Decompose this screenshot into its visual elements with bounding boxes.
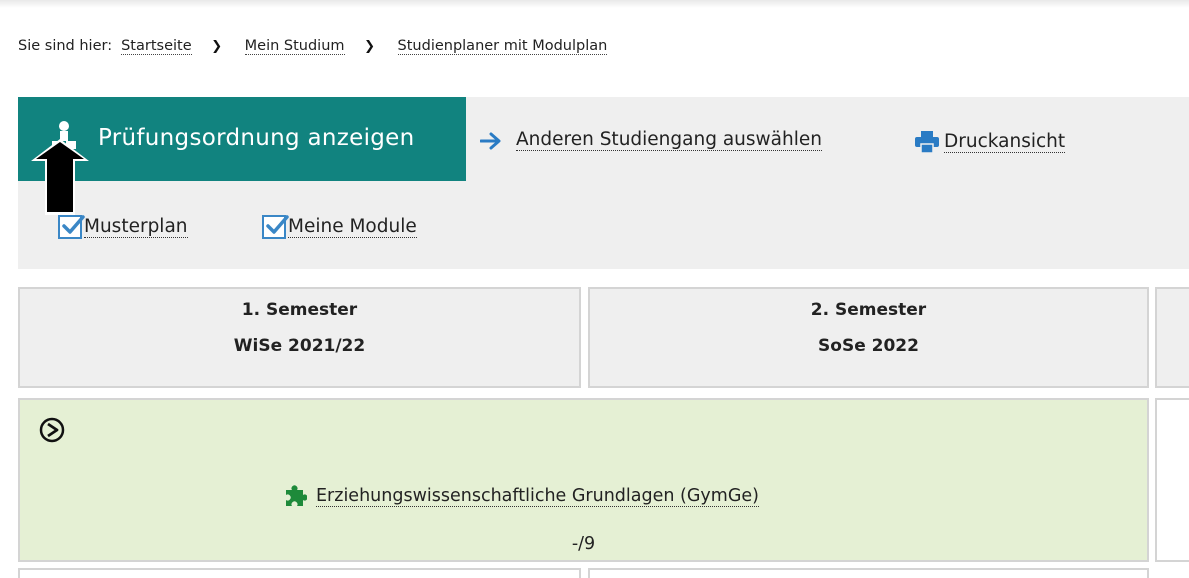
puzzle-piece-icon (283, 484, 307, 508)
switch-program-link[interactable]: Anderen Studiengang auswählen (480, 130, 822, 151)
module-card: Erziehungswissenschaftliche Grundlagen (… (18, 398, 1149, 562)
breadcrumb-studienplaner[interactable]: Studienplaner mit Modulplan (397, 38, 608, 55)
semester-title: 2. Semester (810, 300, 927, 320)
semester-title: 1. Semester (241, 300, 358, 320)
semester-term: SoSe 2022 (818, 336, 919, 356)
breadcrumb-startseite[interactable]: Startseite (121, 38, 192, 55)
print-view-link[interactable]: Druckansicht (914, 130, 1066, 154)
semester-header-2: 2. Semester SoSe 2022 (588, 287, 1149, 388)
meine-module-checkbox[interactable]: Meine Module (262, 215, 417, 239)
meine-module-label: Meine Module (288, 215, 417, 238)
top-shadow (0, 0, 1189, 8)
circle-chevron-right-icon[interactable] (39, 417, 65, 447)
semester-3-module-cell (1155, 398, 1189, 562)
printer-icon (914, 130, 940, 154)
breadcrumb-separator-icon: ❯ (211, 38, 223, 54)
next-row-cell (18, 568, 581, 578)
breadcrumb-separator-icon: ❯ (364, 38, 375, 54)
semester-header-3 (1155, 287, 1189, 388)
up-arrow-pointer-icon (29, 139, 91, 219)
breadcrumb-mein-studium[interactable]: Mein Studium (244, 38, 345, 55)
print-view-label: Druckansicht (944, 130, 1066, 153)
semester-term: WiSe 2021/22 (233, 336, 366, 356)
switch-program-label: Anderen Studiengang auswählen (516, 129, 822, 151)
musterplan-label: Musterplan (84, 215, 188, 238)
show-exam-regulations-label: Prüfungsordnung anzeigen (98, 125, 415, 151)
checkbox-checked-icon (262, 215, 289, 239)
module-link[interactable]: Erziehungswissenschaftliche Grundlagen (… (283, 484, 759, 508)
next-row-cell (588, 568, 1149, 578)
breadcrumb: Sie sind hier: Startseite ❯ Mein Studium… (18, 36, 608, 56)
module-credits: -/9 (571, 534, 596, 554)
breadcrumb-prefix: Sie sind hier: (18, 38, 113, 54)
arrow-right-icon (480, 132, 502, 150)
planner-toolbar: Prüfungsordnung anzeigen Anderen Studien… (18, 97, 1189, 269)
semester-header-1: 1. Semester WiSe 2021/22 (18, 287, 581, 388)
module-name: Erziehungswissenschaftliche Grundlagen (… (316, 485, 759, 507)
